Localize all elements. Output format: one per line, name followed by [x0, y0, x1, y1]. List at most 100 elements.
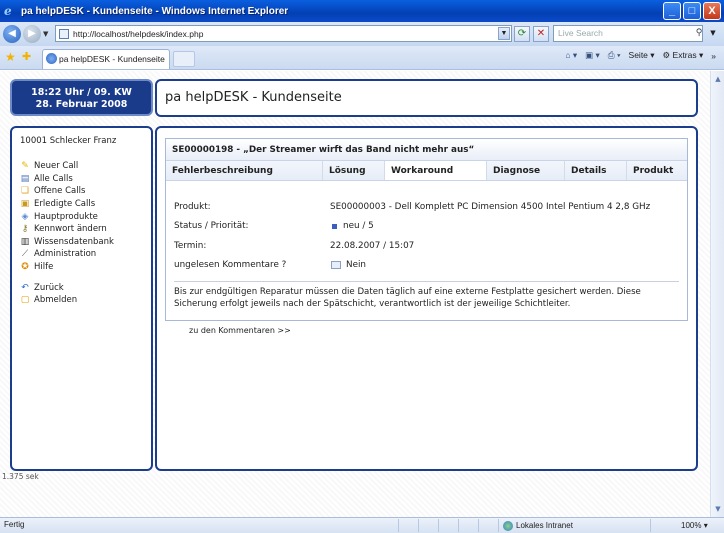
sidebar-item-kennwort[interactable]: ⚷ Kennwort ändern — [18, 223, 145, 236]
sidebar-item-label: Alle Calls — [34, 173, 73, 184]
status-text: Fertig — [4, 520, 25, 529]
sidebar-item-alle-calls[interactable]: ▤ Alle Calls — [18, 173, 145, 186]
intranet-globe-icon — [503, 520, 513, 531]
tag-icon: ◈ — [21, 211, 29, 222]
sidebar-item-label: Erledigte Calls — [34, 199, 96, 210]
status-bar: Fertig Lokales Intranet 100% ▾ — [0, 517, 724, 533]
search-input[interactable]: Live Search — [553, 25, 703, 42]
lock-icon: ▣ — [20, 199, 30, 210]
add-favorites-icon[interactable]: ✚ — [22, 50, 31, 63]
sidebar-item-zurueck[interactable]: ↶ Zurück — [18, 281, 145, 294]
feeds-icon[interactable]: ▣ ▾ — [585, 50, 600, 61]
vertical-scrollbar[interactable]: ▲ ▼ — [710, 71, 724, 517]
sidebar-item-label: Hilfe — [34, 262, 54, 273]
books-icon: ▥ — [20, 236, 30, 247]
scroll-down-icon[interactable]: ▼ — [712, 503, 724, 515]
window-title: pa helpDESK - Kundenseite - Windows Inte… — [21, 5, 289, 17]
status-cell — [438, 519, 458, 532]
zone-label: Lokales Intranet — [516, 521, 573, 530]
sidebar-item-hilfe[interactable]: ✪ Hilfe — [18, 261, 145, 274]
sidebar-item-offene-calls[interactable]: ❏ Offene Calls — [18, 185, 145, 198]
address-toolbar: ◀ ▶ ▼ http://localhost/helpdesk/index.ph… — [0, 22, 724, 46]
tab-loesung[interactable]: Lösung — [323, 161, 385, 180]
status-cell — [458, 519, 478, 532]
field-value: SE00000003 - Dell Komplett PC Dimension … — [330, 201, 651, 212]
tab-produkt[interactable]: Produkt — [627, 161, 687, 180]
minimize-button[interactable]: _ — [663, 2, 681, 20]
refresh-button[interactable]: ⟳ — [514, 26, 530, 42]
chevron-more-icon[interactable]: » — [711, 51, 716, 61]
tab-diagnose[interactable]: Diagnose — [487, 161, 565, 180]
clock-box: 18:22 Uhr / 09. KW 28. Februar 2008 — [10, 79, 153, 116]
call-detail-panel: SE00000198 - „Der Streamer wirft das Ban… — [165, 138, 688, 321]
comments-link[interactable]: zu den Kommentaren >> — [189, 326, 291, 335]
page-header: pa helpDESK - Kundenseite — [155, 79, 698, 117]
history-dropdown-icon[interactable]: ▼ — [43, 30, 51, 38]
logout-icon: ▢ — [20, 295, 30, 306]
call-caption: SE00000198 - „Der Streamer wirft das Ban… — [166, 139, 687, 161]
sidebar-item-hauptprodukte[interactable]: ◈ Hauptprodukte — [18, 210, 145, 223]
sidebar-item-label: Administration — [34, 249, 97, 260]
status-cell — [418, 519, 438, 532]
scroll-up-icon[interactable]: ▲ — [712, 73, 724, 85]
tab-fehlerbeschreibung[interactable]: Fehlerbeschreibung — [166, 161, 323, 180]
stop-button[interactable]: ✕ — [533, 26, 549, 42]
tab-label: pa helpDESK - Kundenseite — [59, 54, 165, 64]
new-tab-button[interactable] — [173, 51, 195, 67]
page-title: pa helpDESK - Kundenseite — [165, 90, 342, 105]
render-timer: 1.375 sek — [2, 472, 39, 481]
close-button[interactable]: X — [703, 2, 721, 20]
list-icon: ▤ — [20, 173, 30, 184]
field-label: Termin: — [174, 240, 207, 251]
tools-menu[interactable]: ⚙ Extras ▾ — [663, 50, 704, 61]
lightbulb-icon: ✎ — [21, 161, 29, 172]
print-icon[interactable]: ⎙ ▾ — [608, 50, 621, 61]
ie-logo-icon: e — [4, 3, 12, 18]
field-value: Nein — [330, 260, 366, 270]
page-menu[interactable]: Seite ▾ — [629, 50, 655, 61]
field-value: 22.08.2007 / 15:07 — [330, 240, 415, 251]
zoom-control[interactable]: 100% ▾ — [650, 519, 720, 532]
maximize-button[interactable]: □ — [683, 2, 701, 20]
sidebar-item-label: Neuer Call — [34, 161, 79, 172]
address-dropdown-icon[interactable]: ▼ — [498, 27, 510, 40]
sidebar-item-label: Offene Calls — [34, 186, 86, 197]
address-bar[interactable]: http://localhost/helpdesk/index.php ▼ — [55, 25, 512, 42]
page-icon — [59, 28, 69, 39]
field-label: ungelesen Kommentare ? — [174, 260, 287, 271]
sidebar-item-wissensdatenbank[interactable]: ▥ Wissensdatenbank — [18, 236, 145, 249]
sidebar-item-erledigte-calls[interactable]: ▣ Erledigte Calls — [18, 198, 145, 211]
window-titlebar[interactable]: e pa helpDESK - Kundenseite - Windows In… — [0, 0, 724, 22]
status-cell — [478, 519, 498, 532]
kommentare-value: Nein — [346, 260, 367, 271]
field-value: neu / 5 — [330, 221, 374, 231]
back-button[interactable]: ◀ — [3, 25, 21, 43]
forward-button[interactable]: ▶ — [23, 25, 41, 43]
tab-details[interactable]: Details — [565, 161, 627, 180]
wrench-icon: ⟋ — [21, 249, 29, 260]
status-cells — [398, 519, 498, 532]
sidebar-item-administration[interactable]: ⟋ Administration — [18, 248, 145, 261]
folder-open-icon: ❏ — [20, 186, 30, 197]
browser-tab-active[interactable]: pa helpDESK - Kundenseite — [42, 49, 170, 69]
sidebar-item-label: Zurück — [34, 282, 64, 293]
call-fields: Produkt: SE00000003 - Dell Komplett PC D… — [166, 181, 687, 275]
field-label: Produkt: — [174, 201, 211, 212]
zoom-label: 100% — [681, 521, 702, 530]
search-dropdown-icon[interactable]: ▼ — [708, 26, 718, 41]
search-icon[interactable]: ⚲ — [692, 26, 706, 41]
user-name: 10001 Schlecker Franz — [20, 136, 117, 146]
sidebar-item-abmelden[interactable]: ▢ Abmelden — [18, 294, 145, 307]
tab-workaround[interactable]: Workaround — [385, 161, 487, 180]
page-menu-label: Seite — [628, 50, 648, 60]
sidebar-item-neuer-call[interactable]: ✎ Neuer Call — [18, 160, 145, 173]
sidebar-item-label: Wissensdatenbank — [34, 236, 114, 247]
sidebar: 10001 Schlecker Franz ✎ Neuer Call ▤ All… — [10, 126, 153, 471]
tools-menu-label: Extras — [672, 50, 697, 60]
home-icon[interactable]: ⌂ ▾ — [565, 50, 577, 61]
status-bullet-icon — [332, 223, 337, 229]
field-row-kommentare: ungelesen Kommentare ? Nein — [174, 256, 687, 276]
help-icon: ✪ — [21, 262, 29, 273]
favorites-star-icon[interactable]: ★ — [5, 50, 16, 64]
security-zone[interactable]: Lokales Intranet — [498, 519, 598, 532]
